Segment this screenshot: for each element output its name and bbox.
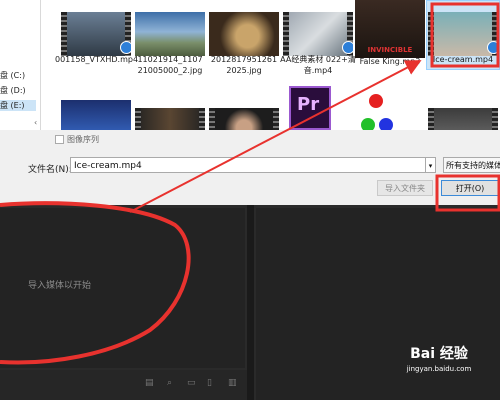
scroll-left-icon[interactable]: ‹	[34, 118, 37, 127]
image-sequence-checkbox[interactable]: 图像序列	[55, 134, 99, 145]
media-badge-icon	[120, 41, 131, 54]
video-thumbnail	[209, 108, 279, 130]
video-thumbnail	[428, 12, 498, 56]
checkbox-label: 图像序列	[67, 135, 99, 144]
video-thumbnail	[61, 12, 131, 56]
file-name: AA经典素材 022+清音.mp4	[280, 55, 356, 75]
file-name: 11021914_1107 21005000_2.jpg	[137, 55, 203, 75]
anime-thumbnail	[61, 100, 131, 130]
filename-input[interactable]: Ice-cream.mp4	[70, 157, 426, 173]
import-folder-button[interactable]: 导入文件夹	[377, 180, 433, 196]
navigation-pane: 盘 (C:) 盘 (D:) 盘 (E:) ‹	[0, 0, 41, 130]
filename-label: 文件名(N):	[28, 165, 72, 175]
media-badge-icon	[487, 41, 498, 54]
file-name: 2012817951261 2025.jpg	[210, 55, 278, 75]
album-thumbnail: INVINCIBLE	[355, 0, 425, 58]
panel-divider[interactable]	[247, 205, 254, 400]
file-type-select[interactable]: 所有支持的媒体	[443, 157, 500, 173]
baidu-watermark: Bai 经验 jingyan.baidu.com	[380, 343, 498, 373]
chevron-down-icon[interactable]: ▾	[426, 157, 436, 173]
file-name: False King.mp3	[359, 57, 421, 66]
file-name: Ice-cream.mp4	[432, 55, 494, 64]
search-icon[interactable]: ⌕	[167, 378, 172, 388]
rgb-dots-image	[359, 92, 429, 130]
empty-project-message: 导入媒体以开始	[28, 281, 92, 291]
video-thumbnail	[135, 108, 205, 130]
bin-icon[interactable]: ▤	[145, 378, 154, 388]
open-button[interactable]: 打开(O)	[441, 180, 499, 196]
file-list: 001158_VTXHD.mp4 11021914_1107 21005000_…	[41, 0, 500, 130]
checkbox-icon[interactable]	[55, 135, 64, 144]
folder-icon[interactable]: ▭	[187, 378, 196, 388]
video-thumbnail	[283, 12, 353, 56]
open-file-dialog: 盘 (C:) 盘 (D:) 盘 (E:) ‹ 001158_VTXHD.mp4 …	[0, 0, 500, 205]
video-thumbnail	[428, 108, 498, 130]
premiere-file-icon: Pr	[289, 86, 331, 130]
watermark-logo: Bai 经验	[410, 346, 468, 362]
new-item-icon[interactable]: ▯	[207, 378, 212, 388]
trash-icon[interactable]: ▥	[228, 378, 237, 388]
file-name: 001158_VTXHD.mp4	[55, 55, 139, 64]
image-thumbnail	[135, 12, 205, 56]
drive-d[interactable]: 盘 (D:)	[0, 85, 26, 96]
media-badge-icon	[342, 41, 353, 54]
watermark-url: jingyan.baidu.com	[406, 365, 472, 373]
drive-c[interactable]: 盘 (C:)	[0, 70, 25, 81]
image-thumbnail	[209, 12, 279, 56]
drive-e[interactable]: 盘 (E:)	[0, 100, 36, 111]
